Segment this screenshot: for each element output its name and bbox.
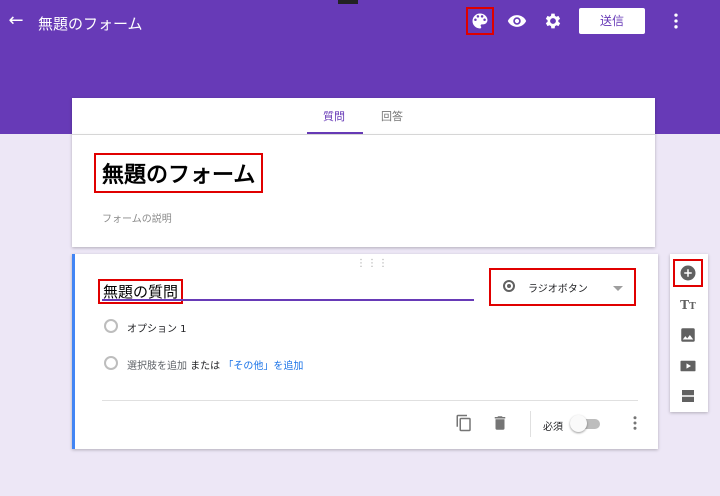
question-title-underline	[102, 299, 474, 301]
duplicate-icon[interactable]	[455, 414, 473, 432]
form-title[interactable]: 無題のフォーム	[93, 153, 264, 193]
option-radio-icon	[104, 319, 118, 333]
top-indicator	[338, 0, 358, 4]
header-title: 無題のフォーム	[38, 15, 143, 33]
active-tab-indicator	[307, 132, 363, 134]
form-description-field[interactable]: フォームの説明	[102, 210, 172, 225]
add-option-row: 選択肢を追加 または 「その他」を追加	[127, 357, 303, 372]
more-vert-icon[interactable]	[664, 9, 688, 33]
send-button[interactable]: 送信	[579, 8, 645, 34]
add-video-icon[interactable]	[675, 354, 701, 378]
footer-divider	[102, 400, 638, 401]
add-other-link[interactable]: 「その他」を追加	[223, 361, 303, 372]
palette-icon[interactable]	[466, 7, 494, 35]
delete-icon[interactable]	[491, 414, 509, 432]
or-text: または	[187, 361, 224, 372]
form-header-card	[72, 135, 655, 247]
eye-icon[interactable]	[505, 9, 529, 33]
add-option-link[interactable]: 選択肢を追加	[127, 361, 187, 372]
add-option-radio-icon	[104, 356, 118, 370]
question-more-icon[interactable]	[626, 414, 644, 432]
gear-icon[interactable]	[541, 9, 565, 33]
required-toggle-knob[interactable]	[570, 415, 587, 432]
dropdown-arrow-icon	[613, 286, 623, 291]
back-arrow-icon[interactable]: ←	[6, 11, 26, 31]
add-image-icon[interactable]	[675, 323, 701, 347]
tabs-bar	[72, 98, 655, 135]
footer-vertical-divider	[530, 411, 531, 437]
tab-questions[interactable]: 質問	[323, 108, 345, 124]
tab-responses[interactable]: 回答	[381, 108, 403, 124]
question-type-label: ラジオボタン	[528, 284, 588, 295]
question-type-dropdown[interactable]: ラジオボタン	[489, 268, 636, 306]
radio-button-icon	[503, 280, 515, 292]
option-1-label[interactable]: オプション 1	[127, 320, 187, 335]
required-label: 必須	[543, 422, 563, 433]
add-question-icon[interactable]	[673, 259, 703, 287]
drag-handle-icon[interactable]: ⋮⋮⋮	[356, 258, 389, 269]
add-section-icon[interactable]	[675, 384, 701, 408]
add-title-icon[interactable]: TT	[675, 293, 701, 317]
